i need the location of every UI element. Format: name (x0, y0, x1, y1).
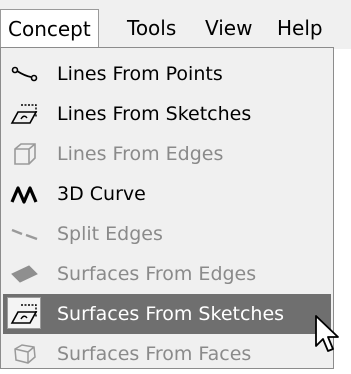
menu-tools[interactable]: Tools (120, 9, 183, 47)
menu-item-label: Lines From Points (57, 63, 223, 85)
menu-item-lines-from-edges[interactable]: Lines From Edges (3, 134, 331, 174)
menu-item-label: Surfaces From Faces (57, 343, 252, 365)
menu-item-label: Lines From Sketches (57, 103, 252, 125)
split-edges-icon (11, 228, 38, 241)
menu-view[interactable]: View (198, 9, 259, 47)
menu-item-surfaces-from-edges[interactable]: Surfaces From Edges (3, 254, 331, 294)
menu-item-label: Split Edges (57, 223, 163, 245)
menu-bar: Concept Tools View Help (0, 0, 351, 49)
surface-faces-icon (14, 344, 36, 364)
menu-item-surfaces-from-faces[interactable]: Surfaces From Faces (3, 334, 331, 374)
menu-help[interactable]: Help (270, 9, 330, 47)
menu-item-split-edges[interactable]: Split Edges (3, 214, 331, 254)
surface-sketch-icon (10, 304, 38, 324)
menu-item-label: Surfaces From Edges (57, 263, 257, 285)
menu-item-lines-from-sketches[interactable]: Lines From Sketches (3, 94, 331, 134)
concept-dropdown-menu: Lines From Points Lines From Sketches Li… (0, 47, 334, 369)
menu-item-3d-curve[interactable]: 3D Curve (3, 174, 331, 214)
menu-concept[interactable]: Concept (0, 9, 99, 48)
sketch-lines-icon (10, 104, 38, 124)
menu-item-surfaces-from-sketches[interactable]: Surfaces From Sketches (3, 294, 331, 334)
menu-item-label: Lines From Edges (57, 143, 224, 165)
mouse-cursor-icon (315, 315, 339, 352)
cube-edges-icon (14, 143, 36, 165)
menu-item-label: 3D Curve (57, 183, 146, 205)
curve-icon (10, 186, 38, 204)
menu-item-lines-from-points[interactable]: Lines From Points (3, 54, 331, 94)
line-points-icon (11, 66, 38, 82)
menu-item-label: Surfaces From Sketches (57, 303, 285, 325)
surface-edges-icon (11, 265, 38, 283)
